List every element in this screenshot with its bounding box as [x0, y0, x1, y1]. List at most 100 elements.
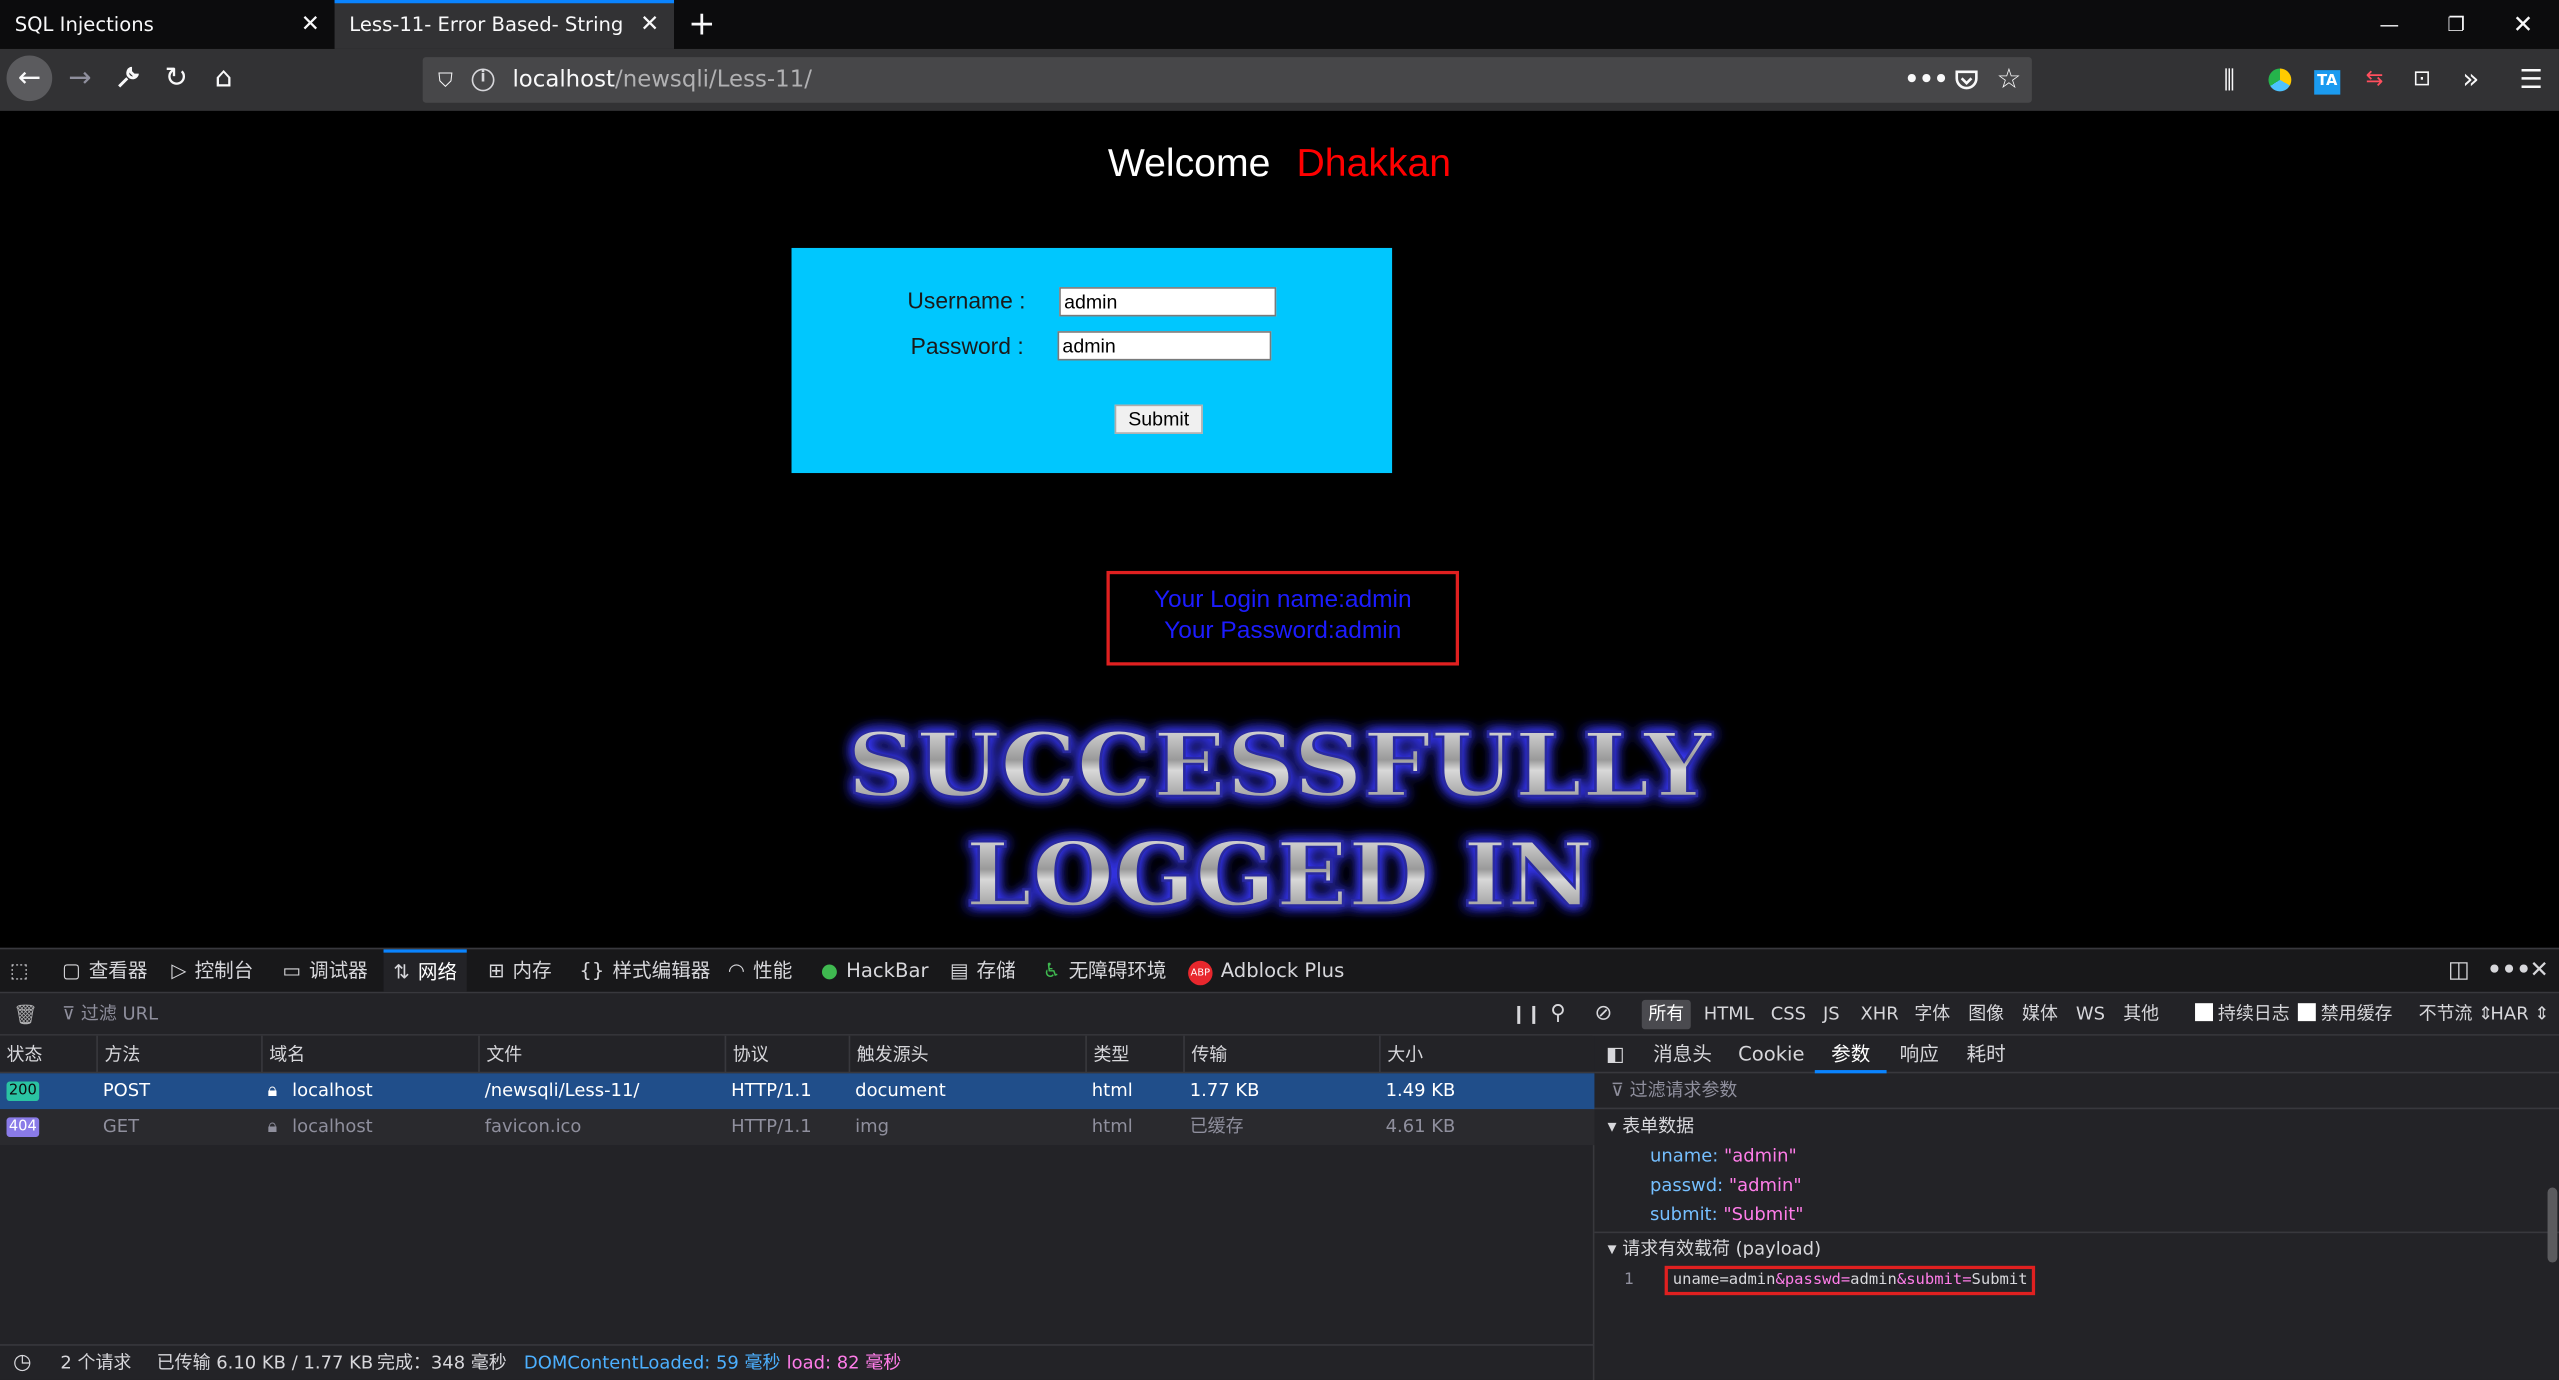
request-protocol: HTTP/1.1 [731, 1115, 812, 1137]
throttle-select[interactable]: 不节流 ⇕ [2419, 993, 2494, 1035]
bookmark-star-icon[interactable]: ☆ [1989, 57, 2028, 103]
close-window-button[interactable]: ✕ [2490, 0, 2555, 49]
domcontentloaded-time: DOMContentLoaded: 59 毫秒 [523, 1352, 781, 1374]
url-bar[interactable]: ⛉ i localhost/newsqli/Less-11/ ••• ☆ [422, 57, 2032, 103]
request-list: 状态 方法 域名 文件 协议 触发源头 类型 传输 大小 200 POST 🔒︎… [0, 1035, 1595, 1345]
request-domain: localhost [292, 1115, 373, 1137]
tab-memory[interactable]: ⊞ 内存 [488, 949, 552, 991]
column-size[interactable]: 大小 [1379, 1035, 1423, 1074]
filter-media[interactable]: 媒体 [2016, 1000, 2065, 1029]
toggle-sidebar-icon[interactable]: ◧ [1606, 1036, 1625, 1074]
username-input[interactable] [1059, 287, 1277, 317]
tab-storage[interactable]: ▤ 存储 [950, 949, 1016, 991]
home-button[interactable]: ⌂ [201, 55, 247, 101]
wrench-icon[interactable] [104, 55, 150, 101]
tab-params[interactable]: 参数 [1814, 1036, 1887, 1074]
pause-icon[interactable]: ❙❙ [1511, 993, 1541, 1035]
browser-tab-sql-injections[interactable]: SQL Injections ✕ [0, 0, 335, 49]
login-result-box: Your Login name:admin Your Password:admi… [1106, 570, 1460, 666]
table-row[interactable]: 200 POST 🔒︎ localhost /newsqli/Less-11/ … [0, 1073, 1595, 1110]
tab-timings[interactable]: 耗时 [1967, 1036, 2006, 1074]
column-cause[interactable]: 触发源头 [848, 1035, 929, 1074]
tab-debugger[interactable]: ▭ 调试器 [282, 949, 367, 991]
filter-ws[interactable]: WS [2069, 1000, 2111, 1029]
tab-hackbar[interactable]: ● HackBar [821, 949, 929, 991]
column-protocol[interactable]: 协议 [724, 1035, 769, 1074]
tab-inspector[interactable]: ▢ 查看器 [62, 949, 147, 991]
reload-button[interactable]: ↻ [153, 55, 199, 101]
disable-cache-checkbox[interactable]: 禁用缓存 [2297, 993, 2393, 1035]
new-tab-button[interactable]: + [685, 0, 718, 49]
close-icon[interactable]: ✕ [301, 0, 320, 49]
submit-button[interactable]: Submit [1114, 404, 1203, 434]
url-text[interactable]: localhost/newsqli/Less-11/ [512, 57, 811, 103]
element-picker-icon[interactable]: ⬚ [10, 949, 37, 991]
page-actions-icon[interactable]: ••• [1905, 57, 1949, 103]
tab-style-editor[interactable]: {} 样式编辑器 [579, 949, 710, 991]
column-transferred[interactable]: 传输 [1183, 1035, 1227, 1074]
welcome-name: Dhakkan [1296, 141, 1452, 186]
pocket-icon[interactable] [1947, 57, 1986, 108]
request-method: GET [102, 1115, 140, 1137]
hackbar-icon: ● [820, 959, 839, 982]
filter-fonts[interactable]: 字体 [1908, 1000, 1957, 1029]
password-input[interactable] [1057, 331, 1272, 361]
scrollbar[interactable] [2547, 1187, 2558, 1263]
filter-css[interactable]: CSS [1764, 1000, 1812, 1029]
column-type[interactable]: 类型 [1085, 1035, 1129, 1074]
har-menu[interactable]: HAR ⇕ [2490, 993, 2549, 1035]
library-icon[interactable]: ⫼ [2213, 64, 2246, 97]
filter-other[interactable]: 其他 [2117, 1000, 2166, 1029]
filter-images[interactable]: 图像 [1962, 1000, 2011, 1029]
dock-layout-icon[interactable]: ◫ [2448, 949, 2470, 991]
container-icon[interactable]: ⊡ [2406, 64, 2439, 97]
browser-tab-less-11[interactable]: Less-11- Error Based- String ✕ [334, 0, 675, 49]
column-status[interactable]: 状态 [0, 1036, 43, 1074]
back-button[interactable]: ← [6, 55, 53, 102]
extension-icon[interactable]: ⇆ [2358, 64, 2391, 97]
column-domain[interactable]: 域名 [261, 1035, 305, 1074]
performance-analysis-icon[interactable]: ◷ [13, 1346, 32, 1380]
filter-xhr[interactable]: XHR [1854, 1000, 1905, 1029]
overflow-chevron-icon[interactable]: » [2455, 64, 2488, 97]
tab-performance[interactable]: ◠ 性能 [728, 949, 792, 991]
payload-text[interactable]: uname=admin&passwd=admin&submit=Submit [1664, 1265, 2036, 1296]
filter-html[interactable]: HTML [1697, 1000, 1760, 1029]
console-icon: ▷ [171, 959, 187, 982]
block-icon[interactable]: ⊘ [1594, 993, 1612, 1035]
url-filter-input[interactable]: ⊽ 过滤 URL [62, 993, 158, 1035]
more-options-icon[interactable]: ••• [2487, 949, 2531, 991]
close-icon[interactable]: ✕ [640, 3, 659, 47]
forward-button[interactable]: → [57, 55, 103, 101]
trash-icon[interactable]: 🗑 [13, 993, 38, 1035]
persist-log-checkbox[interactable]: 持续日志 [2195, 993, 2290, 1035]
tab-adblock-plus[interactable]: ABP Adblock Plus [1188, 949, 1344, 991]
tab-headers[interactable]: 消息头 [1653, 1036, 1712, 1074]
tab-cookies[interactable]: Cookie [1738, 1036, 1804, 1074]
extension-icon[interactable] [2264, 64, 2297, 97]
payload-section[interactable]: ▾ 请求有效载荷 (payload) [1594, 1231, 2559, 1265]
column-file[interactable]: 文件 [478, 1035, 522, 1074]
filter-all[interactable]: 所有 [1641, 999, 1691, 1030]
tab-network[interactable]: ⇅ 网络 [383, 949, 467, 992]
tab-console[interactable]: ▷ 控制台 [171, 949, 253, 991]
tab-response[interactable]: 响应 [1900, 1036, 1939, 1074]
tracking-protection-shield-icon[interactable]: ⛉ [432, 57, 458, 103]
success-line-2: LOGGED IN [965, 822, 1593, 926]
search-icon[interactable]: ⚲ [1550, 993, 1566, 1035]
result-login-name: Your Login name:admin [1153, 585, 1412, 614]
close-devtools-icon[interactable]: ✕ [2530, 949, 2549, 991]
hamburger-menu-icon[interactable]: ☰ [2515, 64, 2548, 97]
table-row[interactable]: 404 GET 🔒︎ localhost favicon.ico HTTP/1.… [0, 1109, 1595, 1146]
tab-accessibility[interactable]: ♿ 无障碍环境 [1043, 949, 1167, 991]
devtools-toolbar: ⬚ ▢ 查看器 ▷ 控制台 ▭ 调试器 ⇅ 网络 ⊞ 内存 {} 样式编辑器 ◠ 性能 ● Ha… [0, 947, 2559, 994]
params-filter-input[interactable]: ⊽ 过滤请求参数 [1594, 1073, 2559, 1110]
column-method[interactable]: 方法 [96, 1035, 140, 1074]
minimize-button[interactable]: — [2357, 0, 2422, 49]
inspector-icon: ▢ [62, 959, 81, 982]
filter-js[interactable]: JS [1816, 1000, 1846, 1029]
restore-button[interactable]: ❐ [2424, 0, 2489, 49]
site-info-icon[interactable]: i [471, 68, 495, 92]
form-data-section[interactable]: ▾ 表单数据 [1594, 1111, 2559, 1144]
translate-extension-icon[interactable]: TA [2311, 64, 2344, 97]
